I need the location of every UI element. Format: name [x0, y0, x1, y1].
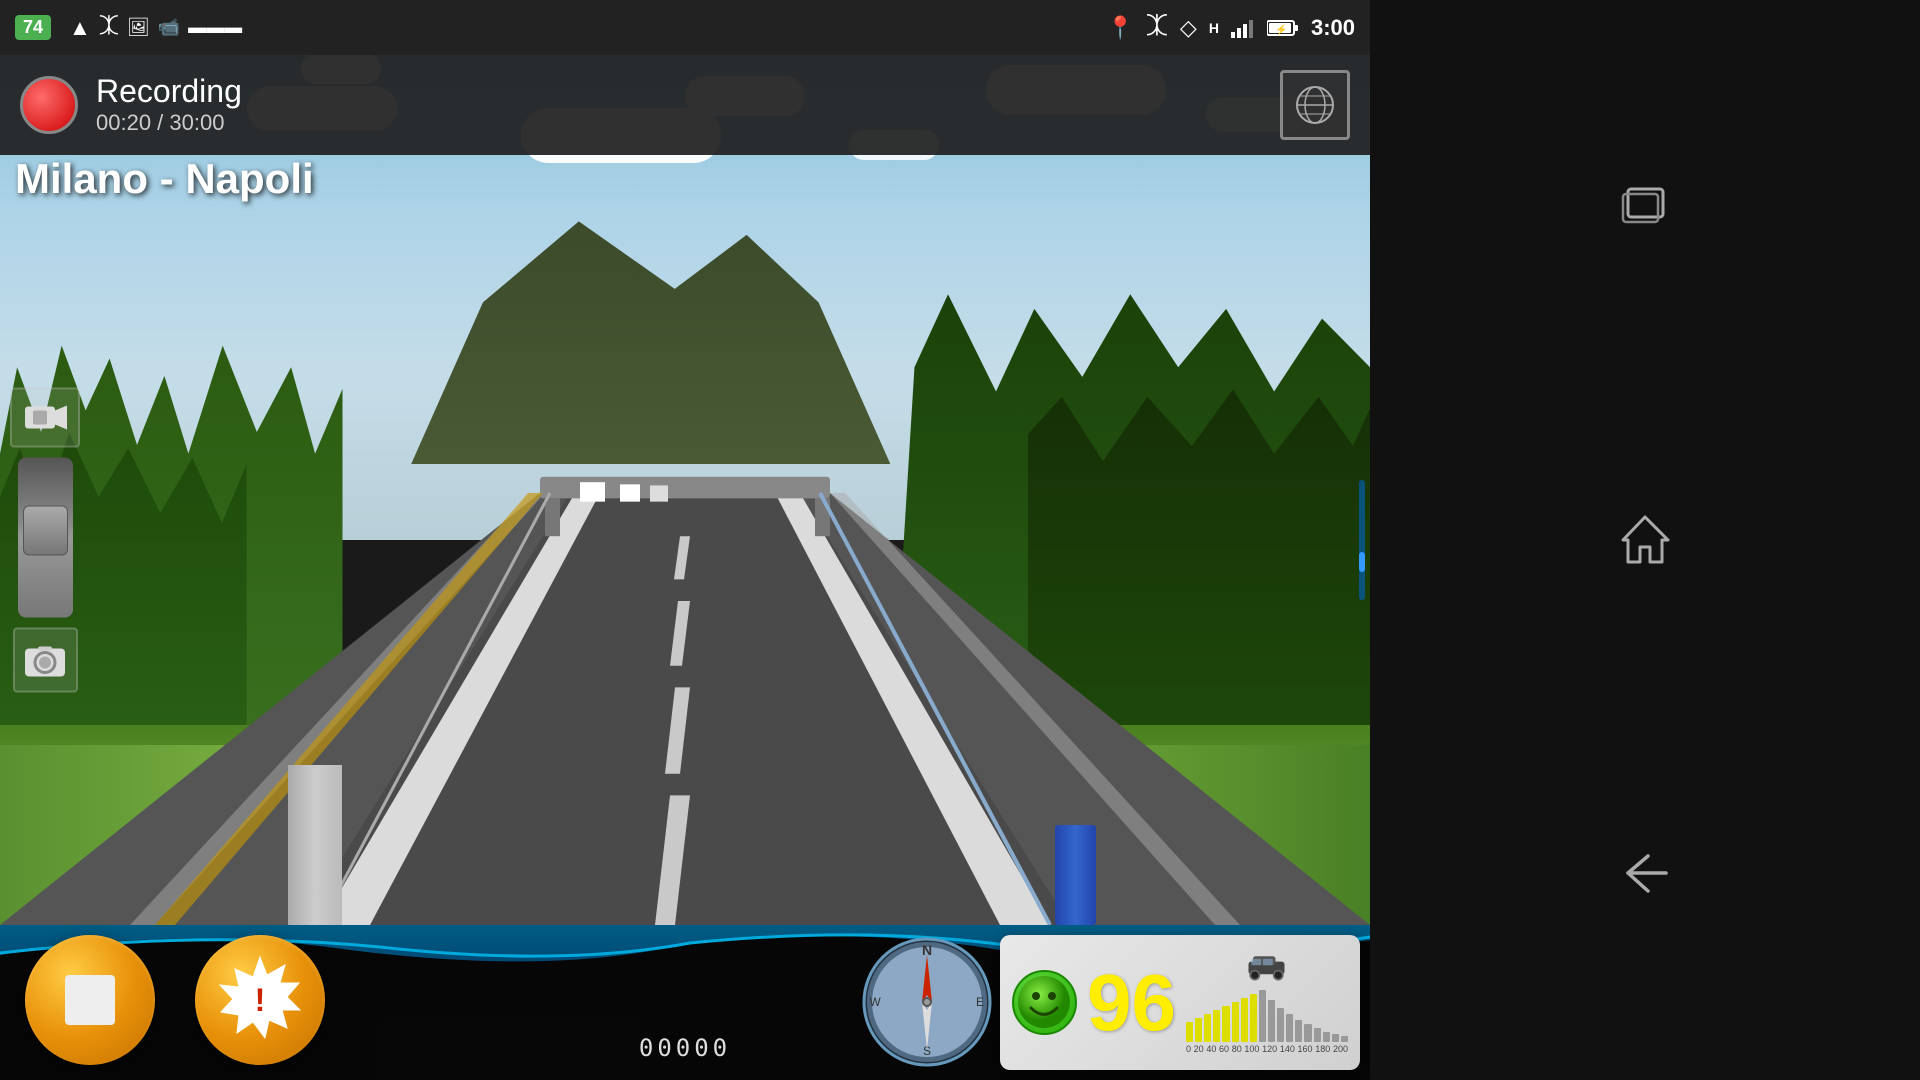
- map-button[interactable]: [1280, 70, 1350, 140]
- photo-button[interactable]: [13, 628, 78, 693]
- svg-text:E: E: [976, 995, 984, 1009]
- h-signal-icon: H: [1209, 20, 1219, 36]
- home-icon: [1618, 512, 1673, 567]
- bar-17: [1332, 1034, 1339, 1042]
- scale-0: 0: [1186, 1044, 1191, 1054]
- map-icon: [1290, 80, 1340, 130]
- status-bar: 74 ▲ ⯰ 🖼 📹 ▬▬▬ 📍 ⯰ ◇ H: [0, 0, 1370, 55]
- recording-time: 00:20 / 30:00: [96, 110, 242, 136]
- route-label: Milano - Napoli: [15, 155, 314, 203]
- scale-180: 180: [1315, 1044, 1330, 1054]
- alert-icon: !: [215, 955, 305, 1045]
- scale-80: 80: [1232, 1044, 1242, 1054]
- bar-14: [1304, 1024, 1311, 1042]
- zoom-thumb[interactable]: [23, 506, 68, 556]
- bar-5: [1222, 1006, 1229, 1042]
- bar-10: [1268, 1000, 1275, 1042]
- bar-4: [1213, 1010, 1220, 1042]
- scale-200: 200: [1333, 1044, 1348, 1054]
- recording-info: Recording 00:20 / 30:00: [96, 74, 242, 135]
- android-nav-bar: [1370, 0, 1920, 1080]
- speed-display: 96: [1087, 963, 1176, 1043]
- stop-button[interactable]: [25, 935, 155, 1065]
- odometer: 00000: [639, 1034, 731, 1062]
- scale-120: 120: [1262, 1044, 1277, 1054]
- status-icons-right: 📍 ⯰ ◇ H ⚡ 3:00: [1106, 9, 1355, 47]
- notification-badge: 74: [15, 15, 51, 40]
- zoom-slider[interactable]: [18, 458, 73, 618]
- scale-140: 140: [1280, 1044, 1295, 1054]
- bar-2: [1195, 1018, 1202, 1042]
- alert-button[interactable]: !: [195, 935, 325, 1065]
- svg-text:!: !: [255, 982, 266, 1018]
- home-button[interactable]: [1605, 500, 1685, 580]
- image-icon: 🖼: [127, 17, 150, 38]
- bar-18: [1341, 1036, 1348, 1042]
- scale-40: 40: [1206, 1044, 1216, 1054]
- recording-bar: Recording 00:20 / 30:00: [0, 55, 1370, 155]
- scroll-indicator: [1359, 480, 1365, 600]
- speed-scale-labels: 0 20 40 60 80 100 120 140 160 180 200: [1186, 1044, 1348, 1054]
- bar-6: [1232, 1002, 1239, 1042]
- stop-icon: [65, 975, 115, 1025]
- location-icon: 📍: [1106, 15, 1133, 41]
- status-icons-left: 74 ▲ ⯰ 🖼 📹 ▬▬▬: [15, 11, 1106, 45]
- recording-title: Recording: [96, 74, 242, 109]
- battery-icon: ⚡: [1267, 19, 1299, 37]
- scroll-thumb: [1359, 552, 1365, 572]
- speed-chart: 0 20 40 60 80 100 120 140 160 180 200: [1186, 952, 1348, 1054]
- svg-text:⚡: ⚡: [1275, 23, 1287, 36]
- car-icon: [1244, 952, 1289, 982]
- bar-9: [1259, 990, 1266, 1042]
- bar-8: [1250, 994, 1257, 1042]
- video-icon: 📹: [158, 17, 180, 38]
- scale-160: 160: [1298, 1044, 1313, 1054]
- bar-16: [1323, 1032, 1330, 1042]
- scale-60: 60: [1219, 1044, 1229, 1054]
- svg-text:W: W: [869, 995, 881, 1009]
- diamond-icon: ◇: [1180, 15, 1197, 41]
- scale-100: 100: [1244, 1044, 1259, 1054]
- bluetooth-icon: ⯰: [99, 11, 119, 45]
- bar-13: [1295, 1020, 1302, 1042]
- speed-bars: [1186, 987, 1348, 1042]
- speed-panel: 96: [1000, 935, 1360, 1070]
- camera-toggle-icon[interactable]: [10, 388, 80, 448]
- bar-12: [1286, 1014, 1293, 1042]
- recent-apps-icon: [1618, 184, 1673, 229]
- status-time: 3:00: [1311, 15, 1355, 41]
- left-controls: [10, 388, 80, 693]
- bottom-bar: ! 00000 N S E W: [0, 925, 1370, 1080]
- bar-15: [1314, 1028, 1321, 1042]
- navigation-icon: ▲: [69, 15, 91, 41]
- back-icon: [1618, 851, 1673, 896]
- signal-bars-icon: [1231, 18, 1255, 38]
- compass: N S E W: [860, 935, 995, 1070]
- signal-icon: ▬▬▬: [188, 17, 242, 38]
- bar-7: [1241, 998, 1248, 1042]
- bar-1: [1186, 1022, 1193, 1042]
- bar-3: [1204, 1014, 1211, 1042]
- mood-indicator: [1012, 970, 1077, 1035]
- bluetooth-icon2: ⯰: [1146, 9, 1168, 47]
- bar-11: [1277, 1008, 1284, 1042]
- scale-20: 20: [1194, 1044, 1204, 1054]
- back-button[interactable]: [1605, 833, 1685, 913]
- recent-apps-button[interactable]: [1605, 167, 1685, 247]
- recording-indicator: [20, 76, 78, 134]
